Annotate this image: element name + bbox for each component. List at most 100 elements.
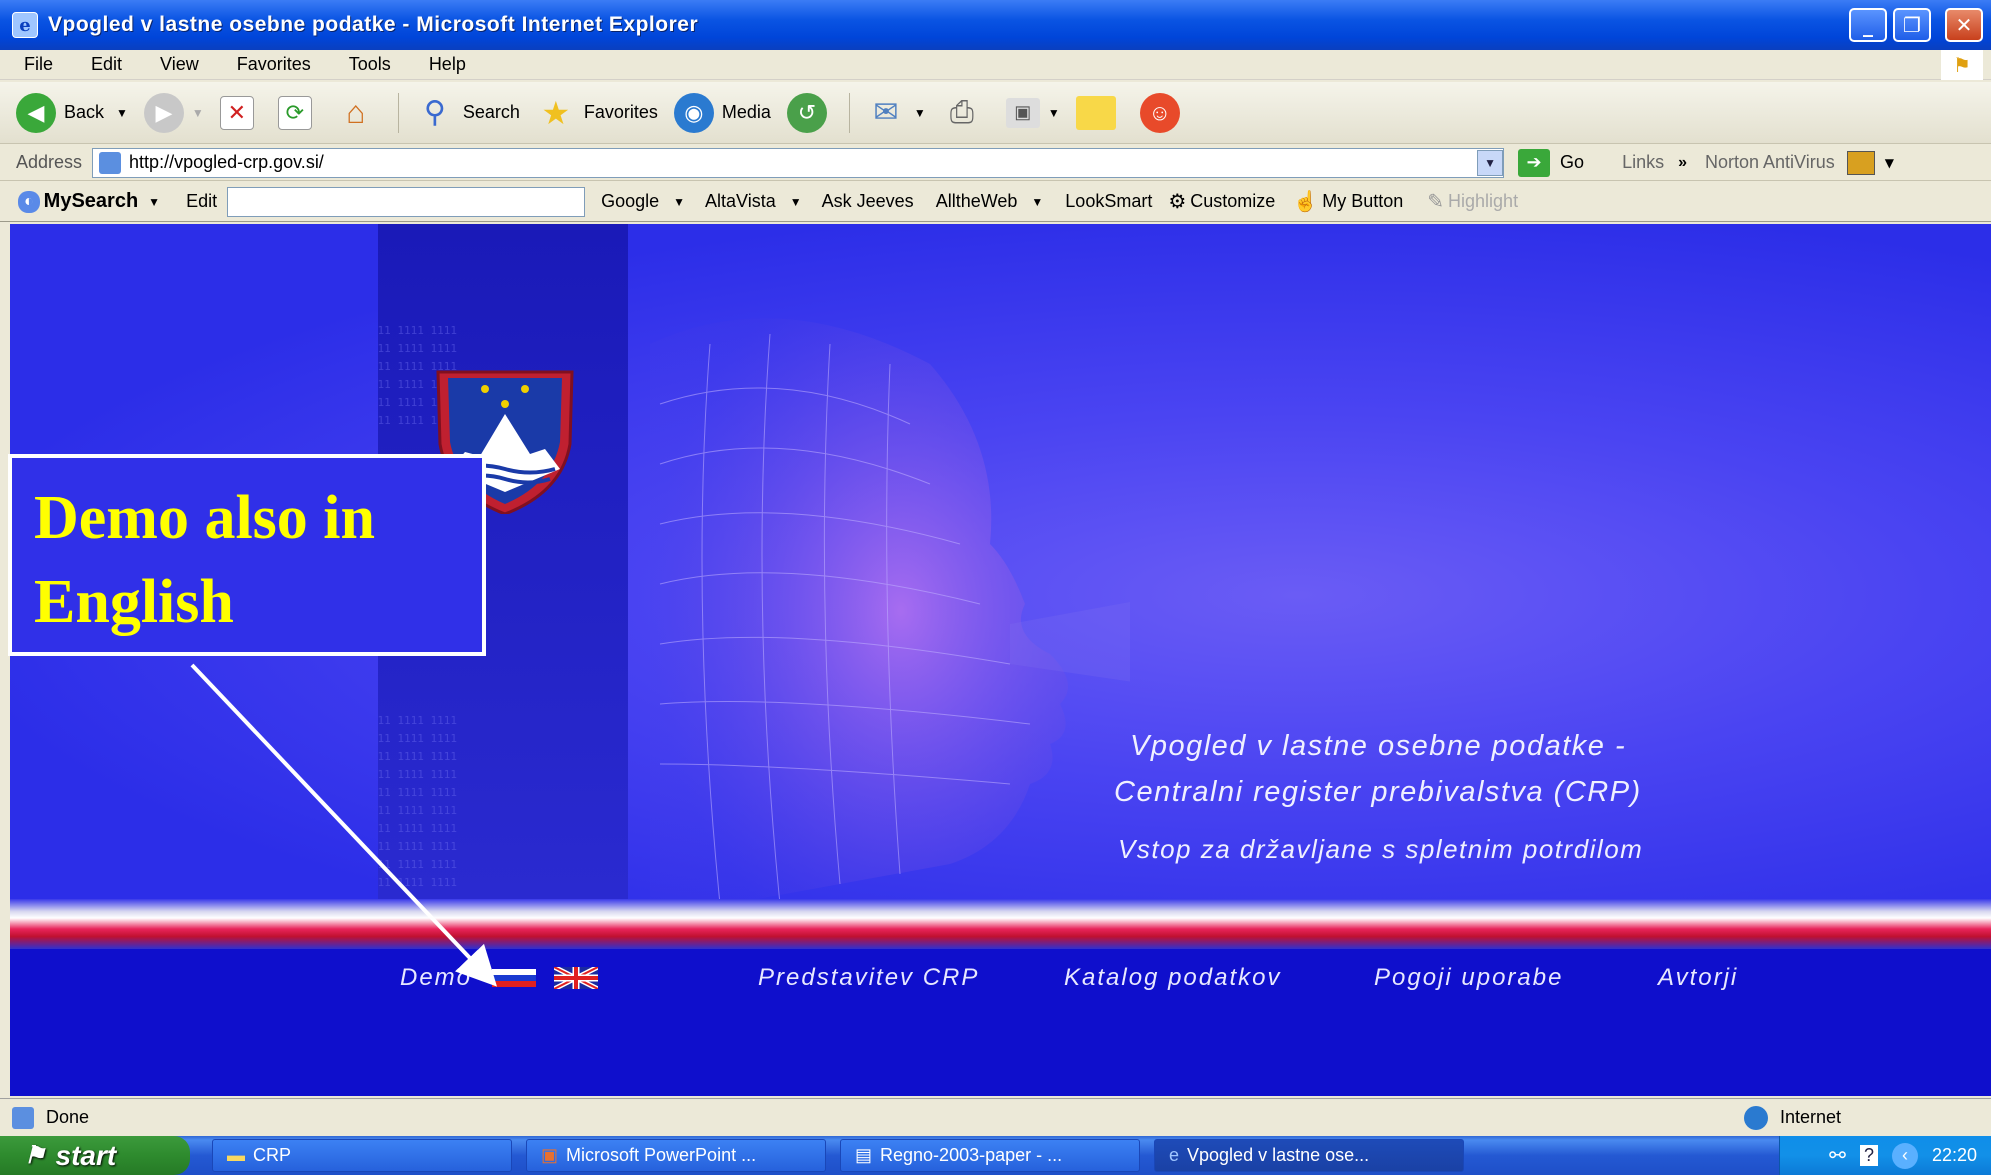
edit-page-button[interactable]: ▣ ▼ [1005,97,1060,128]
svg-text:1111 1111 1111 1111 1111: 1111 1111 1111 1111 1111 [378,876,457,889]
nav-predstavitev-crp[interactable]: Predstavitev CRP [758,964,979,992]
menu-favorites[interactable]: Favorites [237,54,311,75]
status-bar: Done Internet [0,1098,1991,1136]
alltheweb-button[interactable]: AlltheWeb [936,191,1018,212]
menu-help[interactable]: Help [429,54,466,75]
ie-icon: e [12,12,38,38]
task-powerpoint[interactable]: ▣ Microsoft PowerPoint ... [526,1139,826,1172]
hand-pointer-icon: ☝ [1293,191,1319,213]
system-tray: ⚯ ? ‹ 22:20 [1779,1136,1991,1175]
close-button[interactable]: ✕ [1945,8,1983,42]
messenger-button[interactable]: ☺ [1139,92,1188,133]
menu-view[interactable]: View [160,54,199,75]
search-label: Search [462,102,520,122]
refresh-icon: ⟳ [277,95,312,130]
nav-pogoji-uporabe[interactable]: Pogoji uporabe [1374,964,1563,992]
web-page: 11 11 11 11 11 11 1111 1111 11 11 11 11 11 11 … [10,224,1991,1096]
mysearch-dropdown-icon[interactable]: ▼ [148,195,160,209]
status-text: Done [46,1107,90,1127]
highlight-button[interactable]: Highlight [1448,191,1518,212]
forward-arrow-icon: ▶ [143,92,184,133]
mail-dropdown-icon[interactable]: ▼ [914,106,926,120]
star-icon: ★ [541,94,571,131]
address-input[interactable]: http://vpogled-crp.gov.si/ ▼ [92,147,1505,178]
wireframe-face-illustration [650,318,1130,904]
task-crp[interactable]: ▬ CRP [212,1139,512,1172]
google-dropdown-icon[interactable]: ▼ [673,195,685,209]
slovenian-flag-icon[interactable] [492,969,536,987]
flag-stripe-band [10,899,1991,949]
google-button[interactable]: Google [601,191,659,212]
altavista-dropdown-icon[interactable]: ▼ [790,195,802,209]
svg-text:1111 1111 1111 1111 1111: 1111 1111 1111 1111 1111 [378,804,457,817]
go-label: Go [1560,152,1585,172]
edit-label[interactable]: Edit [186,191,217,212]
altavista-button[interactable]: AltaVista [705,191,776,212]
my-button[interactable]: My Button [1322,191,1403,212]
page-heading-line1: Vpogled v lastne osebne podatke - [1130,730,1627,762]
menu-file[interactable]: File [24,54,53,75]
task-ie[interactable]: e Vpogled v lastne ose... [1154,1139,1464,1172]
home-button[interactable]: ⌂ [336,93,384,133]
title-bar[interactable]: e Vpogled v lastne osebne podatke - Micr… [0,0,1991,50]
start-button[interactable]: ⚑ start [0,1136,190,1175]
forward-button[interactable]: ▶ ▼ [143,92,204,133]
clock: 22:20 [1931,1145,1977,1165]
history-icon: ↺ [786,92,827,133]
go-button[interactable]: ➔ Go [1518,148,1585,177]
alltheweb-dropdown-icon[interactable]: ▼ [1031,195,1043,209]
mysearch-label: MySearch [43,190,139,212]
media-button[interactable]: ◉ Media [673,92,771,133]
edit-page-icon: ▣ [1005,97,1040,128]
norton-icon[interactable] [1846,150,1875,175]
edit-dropdown-icon[interactable]: ▼ [1048,106,1060,120]
looksmart-button[interactable]: LookSmart [1065,191,1152,212]
history-button[interactable]: ↺ [786,92,835,133]
menu-tools[interactable]: Tools [349,54,391,75]
gear-icon: ⚙ [1168,191,1187,213]
nav-avtorji[interactable]: Avtorji [1658,964,1738,992]
address-url: http://vpogled-crp.gov.si/ [129,152,324,172]
refresh-button[interactable]: ⟳ [277,95,320,130]
discuss-button[interactable] [1075,95,1124,130]
search-input[interactable] [227,186,586,217]
norton-label[interactable]: Norton AntiVirus [1705,152,1835,173]
messenger-icon: ☺ [1139,92,1180,133]
favorites-button[interactable]: ★ Favorites [536,93,658,133]
word-icon: ▤ [855,1145,873,1165]
restore-button[interactable]: ❐ [1893,8,1931,42]
home-icon: ⌂ [346,94,366,130]
search-button[interactable]: ⚲ Search [415,93,520,133]
print-button[interactable]: ⎙ [942,93,990,133]
stop-button[interactable]: ✕ [219,95,262,130]
links-label[interactable]: Links [1622,152,1664,173]
expand-tray-icon[interactable]: ‹ [1891,1142,1918,1169]
back-dropdown-icon[interactable]: ▼ [116,106,128,120]
uk-flag-icon[interactable] [554,967,598,989]
demo-link[interactable]: Demo [400,964,472,992]
forward-dropdown-icon[interactable]: ▼ [192,106,204,120]
go-arrow-icon: ➔ [1518,148,1551,177]
taskbar: ⚑ start ▬ CRP ▣ Microsoft PowerPoint ...… [0,1136,1991,1175]
help-icon[interactable]: ? [1859,1145,1878,1166]
askjeeves-button[interactable]: Ask Jeeves [822,191,914,212]
minimize-button[interactable]: _ [1849,8,1887,42]
svg-text:1111 1111 1111 1111 1111: 1111 1111 1111 1111 1111 [378,732,457,745]
zone-text: Internet [1779,1107,1841,1127]
menu-edit[interactable]: Edit [91,54,122,75]
mail-button[interactable]: ✉ ▼ [866,93,926,133]
search-icon: ⚲ [423,96,446,129]
mysearch-button[interactable]: ◐ MySearch ▼ [18,190,160,213]
media-label: Media [721,102,771,122]
back-label: Back [64,102,105,122]
network-icon[interactable]: ⚯ [1829,1143,1846,1168]
address-dropdown-icon[interactable]: ▼ [1477,149,1504,176]
norton-dropdown-icon[interactable]: ▼ [1885,156,1894,170]
back-button[interactable]: ◀ Back ▼ [16,92,128,133]
customize-button[interactable]: Customize [1190,191,1275,212]
nav-katalog-podatkov[interactable]: Katalog podatkov [1064,964,1281,992]
chevron-icon[interactable]: » [1678,154,1687,172]
task-word[interactable]: ▤ Regno-2003-paper - ... [840,1139,1140,1172]
toolbar-divider [397,92,399,133]
mysearch-logo-icon: ◐ [18,190,40,213]
